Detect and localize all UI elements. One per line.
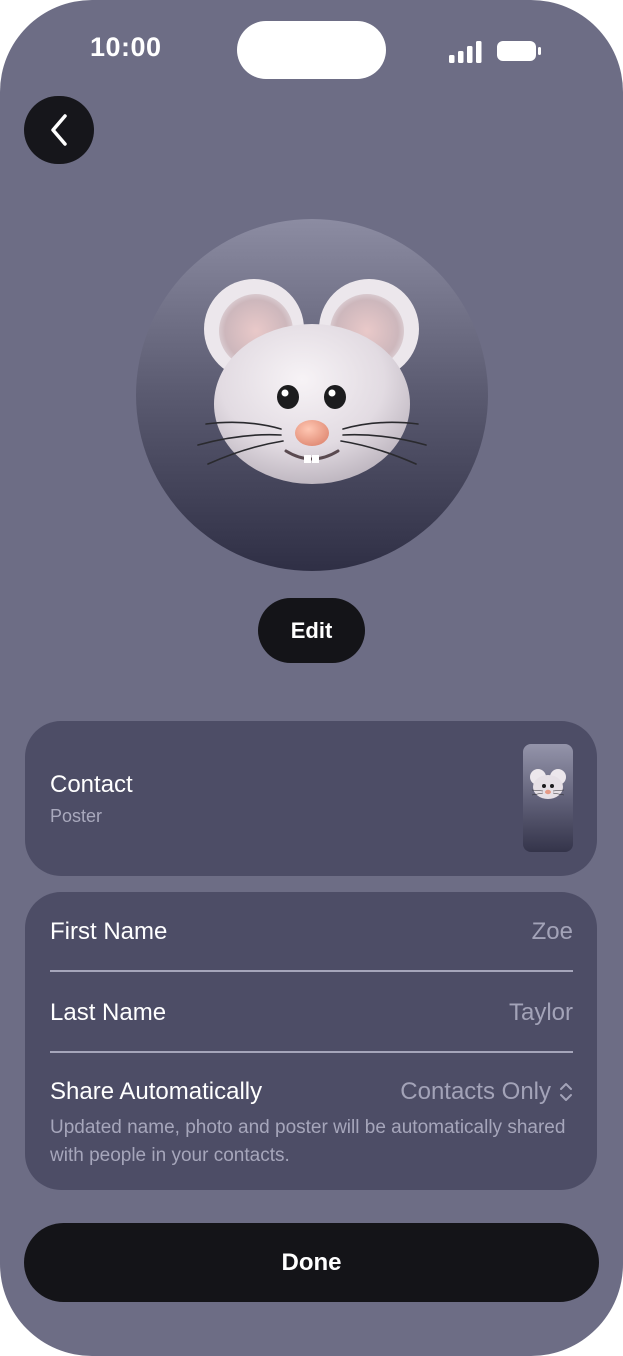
divider xyxy=(50,1051,573,1053)
dynamic-island xyxy=(237,21,386,79)
cellular-signal-icon xyxy=(449,41,482,63)
last-name-label: Last Name xyxy=(50,999,167,1026)
first-name-value[interactable]: Zoe xyxy=(532,918,573,946)
last-name-row[interactable]: Last Name Taylor xyxy=(50,995,573,1035)
chevron-left-icon xyxy=(51,114,67,146)
mouse-memoji-thumbnail xyxy=(530,769,566,799)
first-name-row[interactable]: First Name Zoe xyxy=(50,914,573,954)
divider xyxy=(50,970,573,972)
battery-icon xyxy=(497,41,541,61)
done-button[interactable]: Done xyxy=(24,1223,599,1302)
poster-title: Contact xyxy=(50,771,133,798)
contact-poster-card[interactable]: Contact Poster xyxy=(25,721,597,876)
last-name-value[interactable]: Taylor xyxy=(509,999,573,1027)
first-name-label: First Name xyxy=(50,918,168,945)
back-button[interactable] xyxy=(24,96,94,164)
poster-thumbnail xyxy=(523,744,573,852)
contact-fields-card: First Name Zoe Last Name Taylor Share Au… xyxy=(25,892,597,1190)
contact-photo[interactable] xyxy=(136,219,488,571)
share-automatically-label: Share Automatically xyxy=(50,1078,263,1105)
share-description: Updated name, photo and poster will be a… xyxy=(50,1117,566,1166)
mouse-memoji-image xyxy=(197,279,427,484)
share-automatically-selector[interactable]: Contacts Only xyxy=(400,1078,573,1106)
share-automatically-value: Contacts Only xyxy=(400,1078,551,1105)
share-automatically-row[interactable]: Share Automatically Contacts Only xyxy=(50,1074,573,1114)
status-time: 10:00 xyxy=(90,32,162,62)
phone-screen: 10:00 Edit Contact Poster First Name Zoe… xyxy=(0,0,623,1356)
poster-subtitle: Poster xyxy=(50,806,103,826)
edit-button[interactable]: Edit xyxy=(258,598,365,663)
chevron-up-down-icon xyxy=(560,1083,572,1101)
